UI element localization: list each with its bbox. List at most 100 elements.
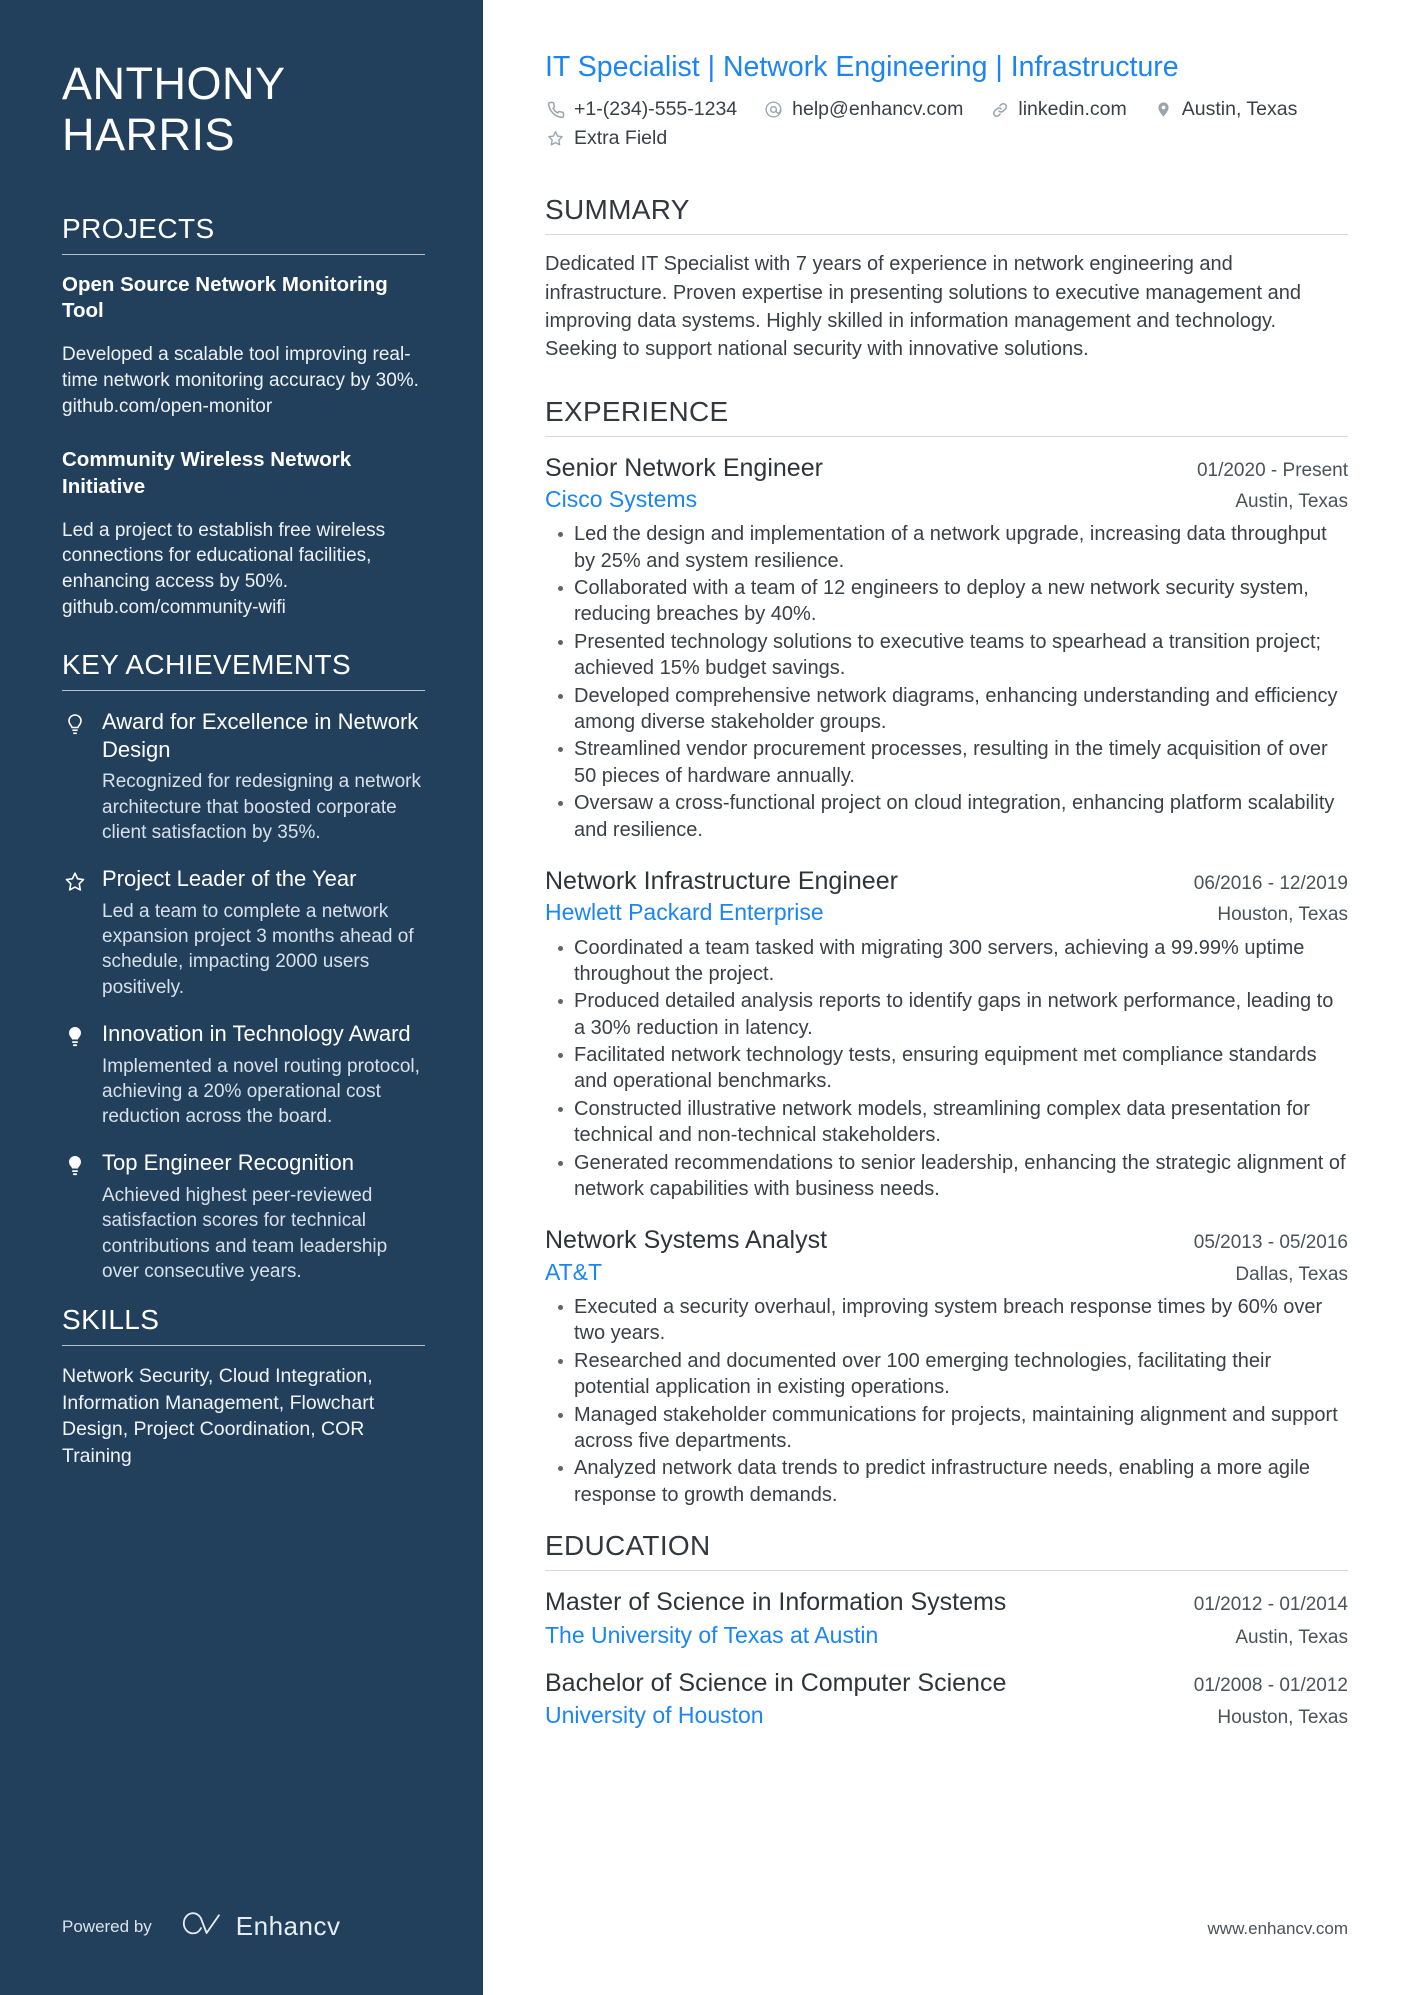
- job-location: Houston, Texas: [1217, 904, 1348, 926]
- education-entry: Bachelor of Science in Computer Science …: [545, 1667, 1348, 1732]
- job-bullet: Produced detailed analysis reports to id…: [558, 988, 1348, 1041]
- job-bullet: Led the design and implementation of a n…: [558, 521, 1348, 574]
- achievement-body: Project Leader of the Year Led a team to…: [102, 865, 425, 1000]
- contact-linkedin[interactable]: linkedin.com: [989, 98, 1127, 121]
- sidebar-footer: Powered by Enhancv: [62, 1910, 340, 1943]
- job-bullet: Coordinated a team tasked with migrating…: [558, 935, 1348, 988]
- job-bullets: Executed a security overhaul, improving …: [545, 1294, 1348, 1508]
- contact-info: +1-(234)-555-1234 help@enhancv.com linke…: [545, 98, 1348, 150]
- education-section: EDUCATION Master of Science in Informati…: [545, 1530, 1348, 1731]
- sidebar: ANTHONY HARRIS PROJECTS Open Source Netw…: [0, 0, 483, 1995]
- job-location: Austin, Texas: [1235, 491, 1348, 513]
- projects-section: PROJECTS Open Source Network Monitoring …: [62, 213, 425, 621]
- enhancv-logo-icon: [178, 1910, 224, 1943]
- achievement-title: Project Leader of the Year: [102, 866, 357, 892]
- project-item: Open Source Network Monitoring Tool Deve…: [62, 272, 425, 420]
- projects-divider: [62, 253, 425, 255]
- key-achievements-section: KEY ACHIEVEMENTS Award for Excellence in…: [62, 649, 425, 1284]
- job-bullet: Developed comprehensive network diagrams…: [558, 683, 1348, 736]
- job-company[interactable]: Cisco Systems: [545, 484, 697, 515]
- education-degree-row: Master of Science in Information Systems…: [545, 1586, 1348, 1619]
- project-title: Community Wireless Network Initiative: [62, 448, 352, 498]
- job-company-row: Cisco Systems Austin, Texas: [545, 484, 1348, 515]
- contact-extra-field-text: Extra Field: [574, 127, 668, 150]
- achievement-item: Award for Excellence in Network Design R…: [62, 708, 425, 845]
- job-bullet: Executed a security overhaul, improving …: [558, 1294, 1348, 1347]
- contact-phone[interactable]: +1-(234)-555-1234: [545, 98, 737, 121]
- job-company[interactable]: AT&T: [545, 1257, 602, 1288]
- lightbulb-filled-icon: [62, 1149, 88, 1284]
- resume-page: ANTHONY HARRIS PROJECTS Open Source Netw…: [0, 0, 1410, 1995]
- achievement-title: Top Engineer Recognition: [102, 1150, 354, 1176]
- achievement-body: Award for Excellence in Network Design R…: [102, 708, 425, 845]
- education-degree: Bachelor of Science in Computer Science: [545, 1668, 1007, 1697]
- skills-divider: [62, 1345, 425, 1347]
- job-bullet: Managed stakeholder communications for p…: [558, 1402, 1348, 1455]
- achievement-item: Project Leader of the Year Led a team to…: [62, 865, 425, 1000]
- achievement-description: Recognized for redesigning a network arc…: [102, 771, 421, 843]
- job-title: Senior Network Engineer: [545, 453, 823, 482]
- job-date: 05/2013 - 05/2016: [1193, 1232, 1348, 1254]
- experience-entry: Network Infrastructure Engineer 06/2016 …: [545, 865, 1348, 1202]
- lightbulb-filled-icon: [62, 1020, 88, 1130]
- job-bullet: Streamlined vendor procurement processes…: [558, 736, 1348, 789]
- job-bullet: Collaborated with a team of 12 engineers…: [558, 575, 1348, 628]
- education-school-row: The University of Texas at Austin Austin…: [545, 1619, 1348, 1651]
- contact-email[interactable]: help@enhancv.com: [763, 98, 963, 121]
- skills-section: SKILLS Network Security, Cloud Integrati…: [62, 1304, 425, 1469]
- star-outline-icon: [62, 865, 88, 1000]
- education-entry: Master of Science in Information Systems…: [545, 1586, 1348, 1651]
- education-location: Houston, Texas: [1217, 1707, 1348, 1729]
- contact-email-text: help@enhancv.com: [792, 98, 964, 121]
- job-title-row: Senior Network Engineer 01/2020 - Presen…: [545, 452, 1348, 485]
- contact-linkedin-text: linkedin.com: [1018, 98, 1127, 121]
- job-title: Network Systems Analyst: [545, 1226, 828, 1255]
- contact-phone-text: +1-(234)-555-1234: [574, 98, 738, 121]
- experience-section: EXPERIENCE Senior Network Engineer 01/20…: [545, 396, 1348, 1508]
- job-title: Network Infrastructure Engineer: [545, 866, 898, 895]
- achievement-title: Award for Excellence in Network Design: [102, 708, 419, 762]
- job-bullets: Coordinated a team tasked with migrating…: [545, 935, 1348, 1203]
- job-bullets: Led the design and implementation of a n…: [545, 521, 1348, 843]
- project-title: Open Source Network Monitoring Tool: [62, 272, 388, 323]
- main-content: IT Specialist | Network Engineering | In…: [483, 0, 1410, 1995]
- education-date: 01/2008 - 01/2012: [1193, 1674, 1348, 1696]
- job-bullet: Analyzed network data trends to predict …: [558, 1455, 1348, 1508]
- phone-icon: [545, 99, 566, 120]
- education-school-row: University of Houston Houston, Texas: [545, 1699, 1348, 1731]
- enhancv-brand: Enhancv: [178, 1910, 341, 1943]
- education-school[interactable]: University of Houston: [545, 1699, 764, 1731]
- achievement-body: Top Engineer Recognition Achieved highes…: [102, 1149, 425, 1284]
- job-date: 06/2016 - 12/2019: [1193, 872, 1348, 894]
- job-location: Dallas, Texas: [1235, 1263, 1348, 1285]
- experience-entry: Senior Network Engineer 01/2020 - Presen…: [545, 452, 1348, 843]
- projects-heading: PROJECTS: [62, 212, 215, 244]
- last-name: HARRIS: [62, 109, 236, 161]
- location-pin-icon: [1153, 99, 1174, 120]
- education-divider: [545, 1570, 1348, 1572]
- contact-location-text: Austin, Texas: [1181, 98, 1298, 121]
- summary-heading: SUMMARY: [545, 194, 690, 226]
- enhancv-brand-name: Enhancv: [235, 1911, 341, 1941]
- education-heading: EDUCATION: [545, 1530, 711, 1562]
- job-title-row: Network Infrastructure Engineer 06/2016 …: [545, 865, 1348, 898]
- project-item: Community Wireless Network Initiative Le…: [62, 447, 425, 621]
- summary-section: SUMMARY Dedicated IT Specialist with 7 y…: [545, 194, 1348, 364]
- education-degree-row: Bachelor of Science in Computer Science …: [545, 1667, 1348, 1700]
- achievement-item: Innovation in Technology Award Implement…: [62, 1020, 425, 1130]
- education-school[interactable]: The University of Texas at Austin: [545, 1619, 878, 1651]
- education-location: Austin, Texas: [1235, 1626, 1348, 1648]
- link-icon: [989, 99, 1010, 120]
- project-description: Developed a scalable tool improving real…: [62, 343, 419, 417]
- candidate-name: ANTHONY HARRIS: [62, 58, 425, 161]
- achievement-title: Innovation in Technology Award: [102, 1020, 411, 1046]
- footer-url: www.enhancv.com: [1207, 1919, 1348, 1938]
- lightbulb-outline-icon: [62, 708, 88, 845]
- contact-row-secondary: Extra Field: [545, 127, 1348, 150]
- job-bullet: Researched and documented over 100 emerg…: [558, 1348, 1348, 1401]
- skills-heading: SKILLS: [62, 1304, 160, 1336]
- job-company[interactable]: Hewlett Packard Enterprise: [545, 897, 824, 928]
- first-name: ANTHONY: [62, 58, 286, 109]
- education-date: 01/2012 - 01/2014: [1193, 1594, 1348, 1616]
- email-icon: [763, 99, 784, 120]
